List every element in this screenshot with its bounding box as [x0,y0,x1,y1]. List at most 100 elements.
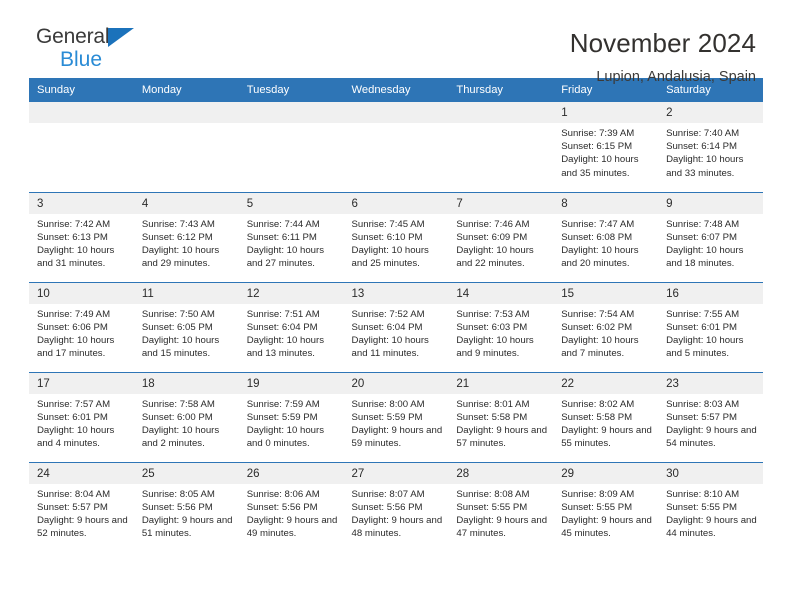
calendar-day-cell[interactable]: 12 Sunrise: 7:51 AM Sunset: 6:04 PM Dayligh… [238,281,344,372]
day-number: 12 [238,282,344,304]
calendar-day-cell[interactable]: 8 Sunrise: 7:47 AM Sunset: 6:08 PM Daylight… [553,191,659,282]
calendar-week-row: 1 Sunrise: 7:39 AM Sunset: 6:15 PM Daylight… [29,102,763,192]
sunrise-text: Sunrise: 8:05 AM [141,488,215,500]
calendar-day-cell[interactable]: 14 Sunrise: 7:53 AM Sunset: 6:03 PM Dayligh… [448,281,554,372]
day-sun-info: Sunrise: 7:52 AM Sunset: 6:04 PM Daylight:… [344,304,449,361]
calendar-day-cell[interactable]: 20 Sunrise: 8:00 AM Sunset: 5:59 PM Dayligh… [343,371,449,462]
day-number [238,102,344,123]
day-sun-info: Sunrise: 7:43 AM Sunset: 6:12 PM Daylight:… [134,214,239,271]
day-sun-info: Sunrise: 7:59 AM Sunset: 5:59 PM Daylight:… [239,394,344,451]
sunset-text: Sunset: 5:55 PM [666,501,737,513]
weekday-header-sunday: Sunday [29,78,134,102]
day-number: 6 [343,192,449,214]
daylight-text: Daylight: 9 hours and 55 minutes. [561,424,652,450]
page-subtitle: Lupion, Andalusia, Spain [596,69,756,85]
calendar-day-cell[interactable]: 27 Sunrise: 8:07 AM Sunset: 5:56 PM Dayligh… [343,461,449,552]
day-sun-info: Sunrise: 8:00 AM Sunset: 5:59 PM Daylight:… [344,394,449,451]
day-sun-info: Sunrise: 7:39 AM Sunset: 6:15 PM Daylight:… [553,123,658,180]
calendar-day-cell[interactable]: 24 Sunrise: 8:04 AM Sunset: 5:57 PM Dayligh… [29,461,134,552]
calendar-day-cell[interactable]: 3 Sunrise: 7:42 AM Sunset: 6:13 PM Daylight… [29,191,134,282]
weekday-header-monday: Monday [133,78,239,102]
daylight-text: Daylight: 10 hours and 17 minutes. [37,334,115,360]
calendar-day-cell[interactable]: 18 Sunrise: 7:58 AM Sunset: 6:00 PM Dayligh… [133,371,239,462]
daylight-text: Daylight: 10 hours and 5 minutes. [666,334,744,360]
calendar-day-cell[interactable]: 11 Sunrise: 7:50 AM Sunset: 6:05 PM Dayligh… [133,281,239,372]
calendar-week-row: 3 Sunrise: 7:42 AM Sunset: 6:13 PM Daylight… [29,191,763,282]
day-number: 26 [238,462,344,484]
sunrise-text: Sunrise: 8:03 AM [666,398,740,410]
day-number [343,102,449,123]
day-sun-info: Sunrise: 7:45 AM Sunset: 6:10 PM Daylight:… [344,214,449,271]
day-number: 3 [29,192,134,214]
daylight-text: Daylight: 10 hours and 11 minutes. [351,334,429,360]
calendar-day-cell-empty [29,102,134,192]
day-number: 20 [343,372,449,394]
calendar-day-cell[interactable]: 5 Sunrise: 7:44 AM Sunset: 6:11 PM Daylight… [238,191,344,282]
calendar-day-cell[interactable]: 7 Sunrise: 7:46 AM Sunset: 6:09 PM Daylight… [448,191,554,282]
calendar-day-cell[interactable]: 1 Sunrise: 7:39 AM Sunset: 6:15 PM Daylight… [553,102,659,192]
calendar-day-cell[interactable]: 30 Sunrise: 8:10 AM Sunset: 5:55 PM Dayligh… [658,461,763,552]
calendar-day-cell[interactable]: 28 Sunrise: 8:08 AM Sunset: 5:55 PM Dayligh… [448,461,554,552]
calendar-day-cell[interactable]: 25 Sunrise: 8:05 AM Sunset: 5:56 PM Dayligh… [133,461,239,552]
day-number: 23 [658,372,763,394]
daylight-text: Daylight: 10 hours and 33 minutes. [666,154,744,179]
day-sun-info: Sunrise: 7:55 AM Sunset: 6:01 PM Daylight:… [658,304,763,361]
calendar-day-cell[interactable]: 10 Sunrise: 7:49 AM Sunset: 6:06 PM Dayligh… [29,281,134,372]
calendar-day-cell-empty [343,102,449,192]
calendar-day-cell[interactable]: 16 Sunrise: 7:55 AM Sunset: 6:01 PM Dayligh… [658,281,763,372]
weekday-header-wednesday: Wednesday [343,78,449,102]
day-number: 1 [553,102,659,123]
sunrise-text: Sunrise: 8:02 AM [561,398,635,410]
calendar-day-cell[interactable]: 21 Sunrise: 8:01 AM Sunset: 5:58 PM Dayligh… [448,371,554,462]
day-number: 2 [658,102,763,123]
logo-text-blue: Blue [60,48,103,71]
calendar-day-cell[interactable]: 29 Sunrise: 8:09 AM Sunset: 5:55 PM Dayligh… [553,461,659,552]
day-number [133,102,239,123]
sunset-text: Sunset: 5:57 PM [37,501,108,513]
calendar-day-cell[interactable]: 4 Sunrise: 7:43 AM Sunset: 6:12 PM Daylight… [133,191,239,282]
sunset-text: Sunset: 5:56 PM [351,501,423,513]
sunrise-text: Sunrise: 8:01 AM [456,398,530,410]
sunset-text: Sunset: 5:55 PM [561,501,633,513]
sunset-text: Sunset: 6:11 PM [246,231,317,243]
sunset-text: Sunset: 6:04 PM [246,321,318,333]
daylight-text: Daylight: 9 hours and 49 minutes. [246,514,338,540]
calendar-day-cell[interactable]: 15 Sunrise: 7:54 AM Sunset: 6:02 PM Dayligh… [553,281,659,372]
day-number: 5 [238,192,344,214]
daylight-text: Daylight: 10 hours and 4 minutes. [37,424,115,450]
calendar-day-cell-empty [448,102,554,192]
daylight-text: Daylight: 10 hours and 18 minutes. [666,244,744,270]
calendar-day-cell[interactable]: 2 Sunrise: 7:40 AM Sunset: 6:14 PM Daylight… [658,102,763,192]
calendar-day-cell[interactable]: 9 Sunrise: 7:48 AM Sunset: 6:07 PM Daylight… [658,191,763,282]
day-number: 19 [238,372,344,394]
day-sun-info: Sunrise: 8:02 AM Sunset: 5:58 PM Daylight:… [553,394,658,451]
page-title: November 2024 [569,28,756,58]
day-sun-info: Sunrise: 7:44 AM Sunset: 6:11 PM Daylight:… [239,214,344,271]
calendar-day-cell[interactable]: 17 Sunrise: 7:57 AM Sunset: 6:01 PM Dayligh… [29,371,134,462]
sunrise-text: Sunrise: 7:46 AM [456,218,530,230]
sunset-text: Sunset: 6:06 PM [37,321,108,333]
sunrise-text: Sunrise: 8:04 AM [37,488,111,500]
sunset-text: Sunset: 5:56 PM [246,501,318,513]
calendar-day-cell[interactable]: 6 Sunrise: 7:45 AM Sunset: 6:10 PM Daylight… [343,191,449,282]
calendar-day-cell[interactable]: 22 Sunrise: 8:02 AM Sunset: 5:58 PM Dayligh… [553,371,659,462]
sunrise-text: Sunrise: 8:06 AM [246,488,320,500]
daylight-text: Daylight: 10 hours and 7 minutes. [561,334,639,360]
sunset-text: Sunset: 6:13 PM [37,231,108,243]
calendar-day-cell[interactable]: 13 Sunrise: 7:52 AM Sunset: 6:04 PM Dayligh… [343,281,449,372]
daylight-text: Daylight: 9 hours and 51 minutes. [141,514,233,540]
calendar-day-cell[interactable]: 19 Sunrise: 7:59 AM Sunset: 5:59 PM Dayligh… [238,371,344,462]
day-number: 7 [448,192,554,214]
day-number: 24 [29,462,134,484]
calendar-day-cell[interactable]: 26 Sunrise: 8:06 AM Sunset: 5:56 PM Dayligh… [238,461,344,552]
day-sun-info: Sunrise: 7:50 AM Sunset: 6:05 PM Daylight:… [134,304,239,361]
calendar-day-cell[interactable]: 23 Sunrise: 8:03 AM Sunset: 5:57 PM Dayligh… [658,371,763,462]
sunset-text: Sunset: 6:05 PM [141,321,213,333]
day-number: 28 [448,462,554,484]
daylight-text: Daylight: 10 hours and 35 minutes. [561,154,639,179]
daylight-text: Daylight: 10 hours and 0 minutes. [246,424,325,450]
sunrise-text: Sunrise: 7:43 AM [141,218,215,230]
general-blue-logo[interactable]: General Blue [36,26,148,76]
calendar-page: General Blue November 2024 Lupion, Andal… [0,0,792,612]
day-number: 25 [133,462,239,484]
